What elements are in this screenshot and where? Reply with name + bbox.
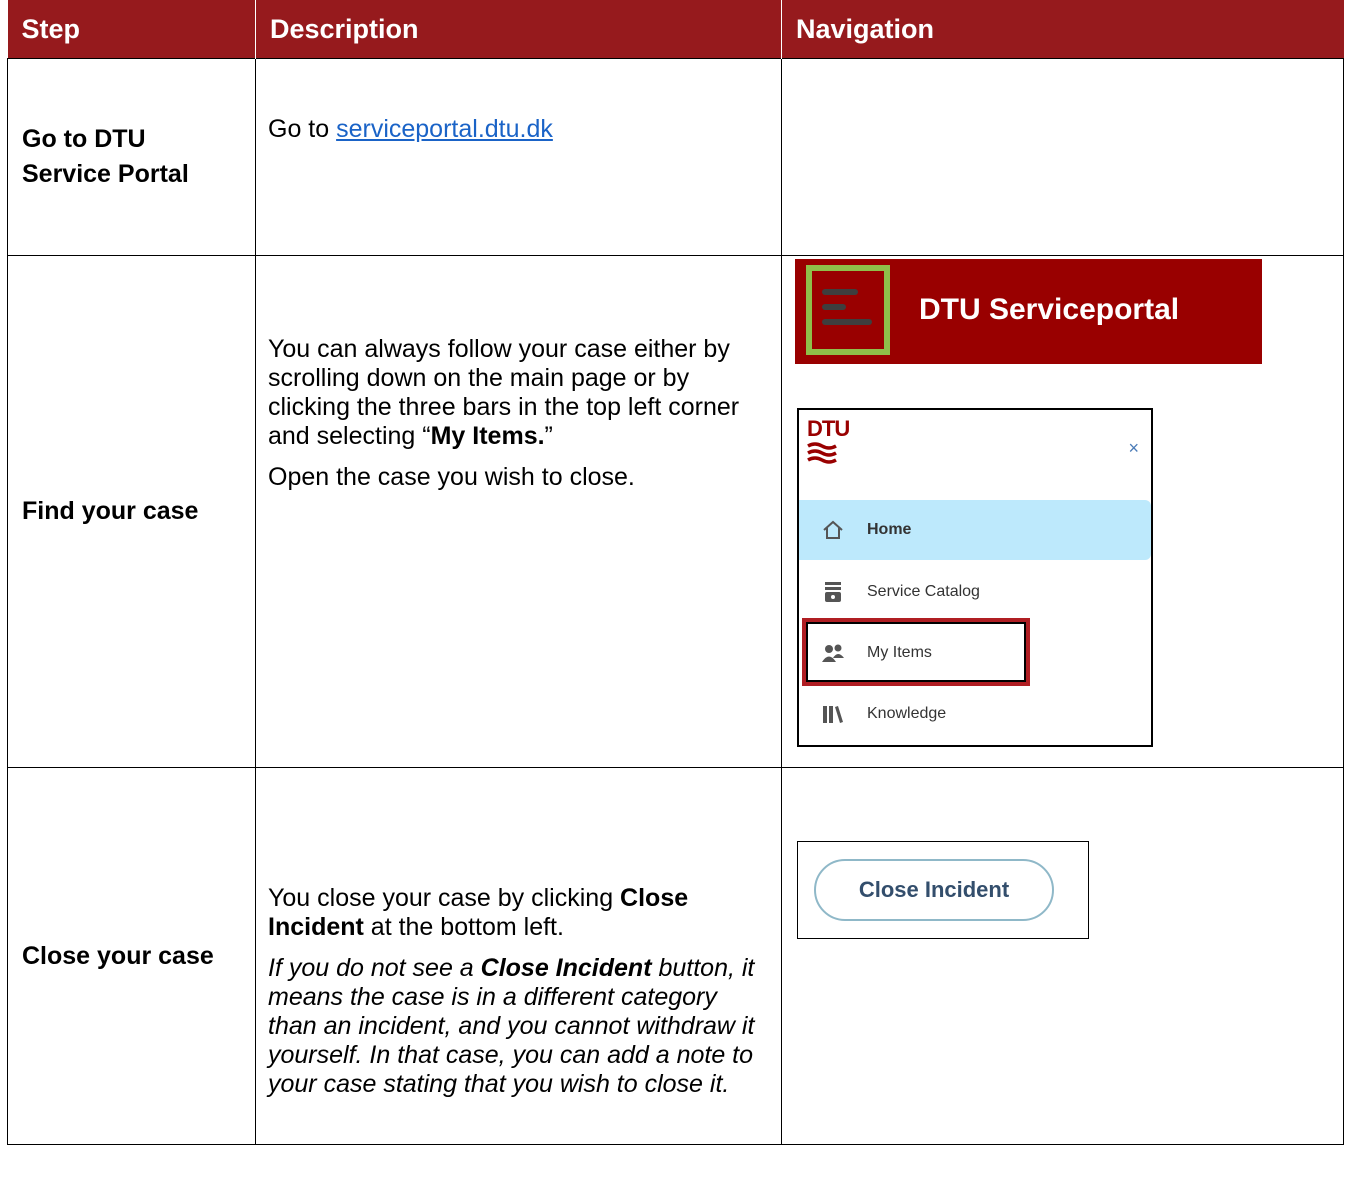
menu-item-label: Home (867, 521, 912, 538)
description-text: Go to (268, 115, 337, 143)
description-cell: Go to serviceportal.dtu.dk (255, 58, 782, 256)
my-items-emphasis: My Items. (430, 422, 545, 450)
table-row: Find your case You can always follow you… (7, 255, 1344, 768)
dtu-logo: DTU (807, 418, 850, 469)
navigation-cell (781, 58, 1344, 256)
menu-item-service-catalog[interactable]: Service Catalog (799, 562, 1151, 622)
close-incident-screenshot: Close Incident (797, 841, 1089, 939)
description-cell: You can always follow your case either b… (255, 255, 782, 768)
menu-item-home[interactable]: Home (799, 500, 1151, 560)
header-navigation: Navigation (781, 0, 1344, 59)
portal-header-screenshot: DTU Serviceportal (795, 259, 1262, 364)
menu-item-label: Service Catalog (867, 583, 980, 600)
close-icon[interactable]: × (1128, 438, 1139, 459)
step-cell: Close your case (7, 767, 256, 1145)
instructions-table: Step Description Navigation Go to DTU Se… (7, 0, 1344, 1145)
description-paragraph: Open the case you wish to close. (268, 463, 635, 491)
table-row: Close your case You close your case by c… (7, 767, 1344, 1145)
step-cell: Go to DTU Service Portal (7, 58, 256, 256)
catalog-icon (821, 580, 845, 604)
step-label: Find your case (22, 497, 199, 525)
step-cell: Find your case (7, 255, 256, 768)
step-label: Go to DTU Service Portal (22, 125, 189, 188)
header-step: Step (7, 0, 256, 59)
table-header-row: Step Description Navigation (7, 0, 1344, 59)
hamburger-highlight[interactable] (806, 265, 890, 355)
header-description: Description (255, 0, 782, 59)
navigation-cell: Close Incident (781, 767, 1344, 1145)
menu-item-label: Knowledge (867, 705, 947, 722)
navigation-cell: DTU Serviceportal DTU × Home Service Cat… (781, 255, 1344, 768)
description-note: If you do not see a Close Incident butto… (268, 954, 755, 1098)
my-items-icon (821, 641, 845, 665)
description-paragraph: You close your case by clicking Close In… (268, 884, 689, 941)
hamburger-menu-icon (822, 289, 858, 295)
description-paragraph: You can always follow your case either b… (268, 335, 740, 450)
close-incident-button[interactable]: Close Incident (814, 859, 1054, 921)
serviceportal-link[interactable]: serviceportal.dtu.dk (336, 115, 553, 143)
side-menu-screenshot: DTU × Home Service Catalog My Items Know… (797, 408, 1153, 747)
table-row: Go to DTU Service Portal Go to servicepo… (7, 58, 1344, 256)
description-cell: You close your case by clicking Close In… (255, 767, 782, 1145)
menu-item-knowledge[interactable]: Knowledge (799, 684, 1151, 744)
menu-item-my-items[interactable]: My Items (799, 623, 1151, 683)
knowledge-icon (821, 702, 845, 726)
home-icon (821, 518, 845, 542)
portal-title: DTU Serviceportal (919, 293, 1180, 326)
step-label: Close your case (22, 941, 214, 970)
menu-item-label: My Items (867, 644, 932, 661)
